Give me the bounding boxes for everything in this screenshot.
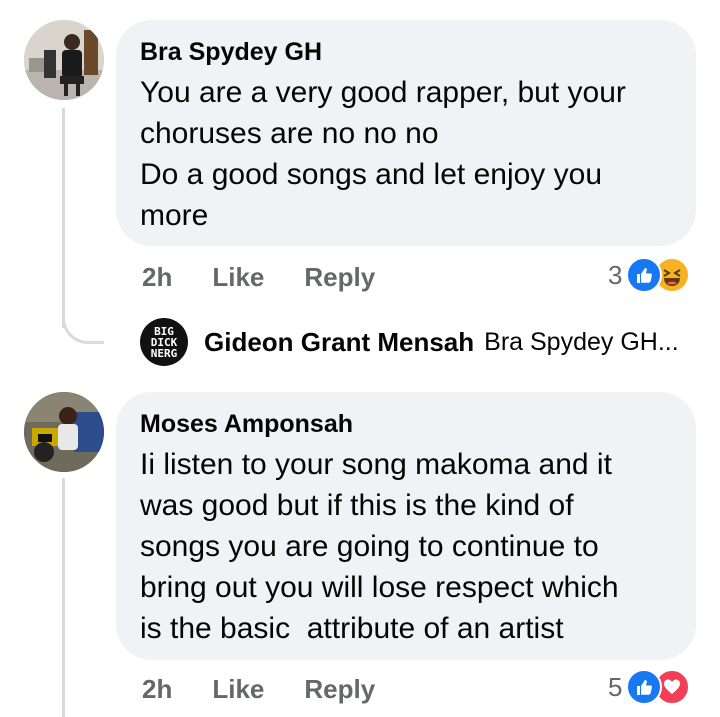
reply-author[interactable]: Gideon Grant Mensah: [204, 327, 474, 358]
logo-text-line: DICK: [150, 335, 178, 349]
reaction-count: 3: [608, 259, 623, 290]
comment-line: bring out you will lose respect which: [140, 571, 619, 604]
comment-bubble: Bra Spydey GH You are a very good rapper…: [116, 20, 696, 246]
avatar[interactable]: [24, 20, 104, 100]
like-button[interactable]: Like: [212, 262, 264, 293]
comment-time[interactable]: 2h: [142, 262, 172, 293]
comment-line: choruses are no no no: [140, 117, 439, 150]
reply-button[interactable]: Reply: [304, 674, 375, 705]
thread-line-vertical-2: [62, 478, 65, 717]
comment-text: Ii listen to your song makoma and it was…: [140, 444, 672, 649]
comment-line: Ii listen to your song makoma and it: [140, 448, 612, 481]
person-at-desk-avatar-icon: [24, 20, 104, 100]
avatar[interactable]: [24, 392, 104, 472]
logo-text-line: NERG: [150, 346, 178, 360]
like-button[interactable]: Like: [212, 674, 264, 705]
logo-text-line: BIG: [154, 324, 174, 338]
reaction-summary[interactable]: 3: [608, 257, 691, 293]
reaction-count: 5: [608, 671, 623, 702]
thread-line-vertical: [62, 108, 65, 328]
comment-author[interactable]: Moses Amponsah: [140, 408, 672, 440]
reaction-summary[interactable]: 5: [608, 669, 691, 705]
reply-button[interactable]: Reply: [304, 262, 375, 293]
comment-time[interactable]: 2h: [142, 674, 172, 705]
comment-line: is the basic attribute of an artist: [140, 612, 564, 645]
comment-line: more: [140, 199, 209, 232]
comment-bubble: Moses Amponsah Ii listen to your song ma…: [116, 392, 696, 660]
comment-line: Do a good songs and let enjoy you: [140, 158, 602, 191]
reply-preview[interactable]: BIG DICK NERG Gideon Grant Mensah Bra Sp…: [140, 318, 679, 366]
person-with-motorbike-avatar-icon: [24, 392, 104, 472]
comment-text: You are a very good rapper, but your cho…: [140, 72, 672, 236]
comment-actions: 2h Like Reply: [142, 674, 375, 705]
comment-actions: 2h Like Reply: [142, 262, 375, 293]
comment-line: You are a very good rapper, but your: [140, 76, 626, 109]
comment-line: was good but if this is the kind of: [140, 489, 574, 522]
avatar[interactable]: BIG DICK NERG: [140, 318, 188, 366]
comment-author[interactable]: Bra Spydey GH: [140, 36, 672, 68]
like-icon: [626, 669, 663, 705]
thread-line-curve: [62, 300, 104, 344]
comment-line: songs you are going to continue to: [140, 530, 599, 563]
reply-snippet: Bra Spydey GH...: [484, 327, 679, 356]
